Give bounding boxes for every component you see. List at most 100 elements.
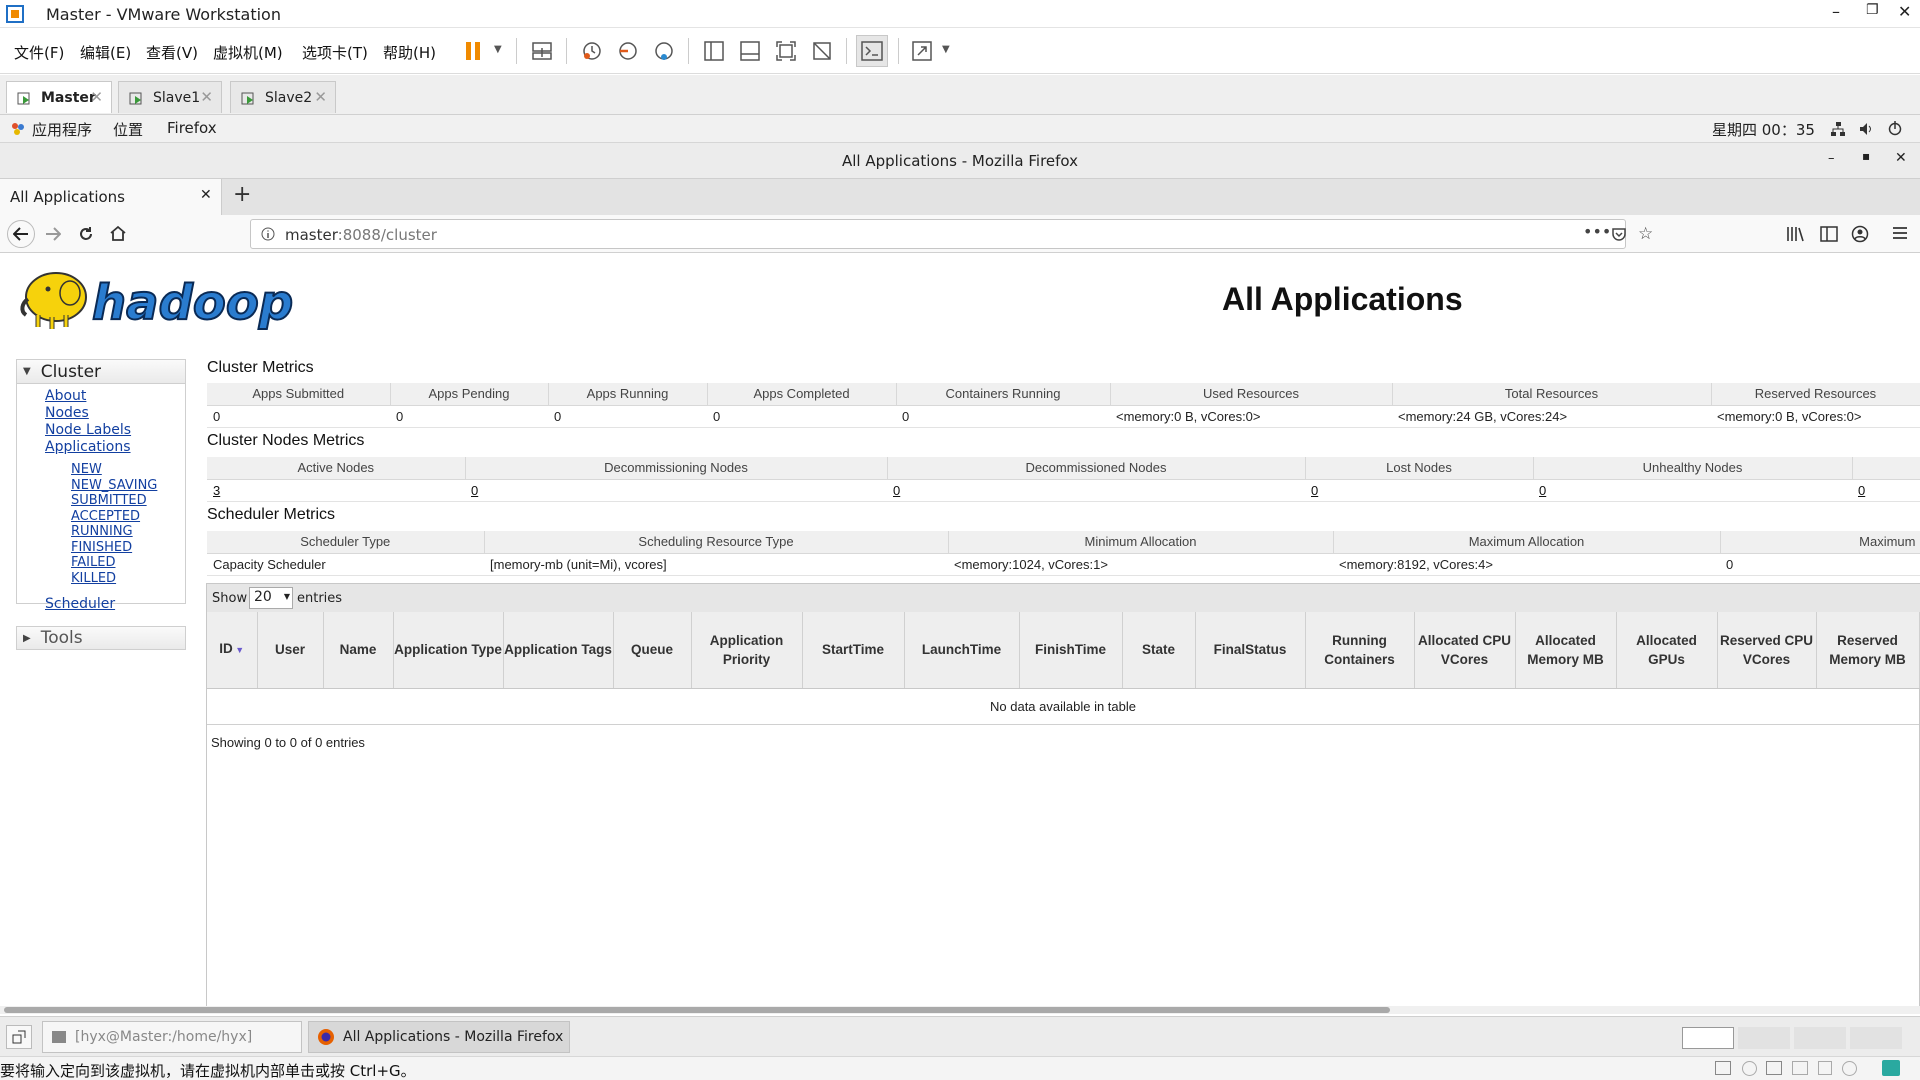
nav-state-accepted[interactable]: ACCEPTED: [71, 509, 185, 525]
column-header-allocated-cpu[interactable]: Allocated CPU VCores: [1414, 612, 1516, 689]
column-header-application-priority[interactable]: Application Priority: [691, 612, 803, 689]
sound-card-icon[interactable]: [1818, 1061, 1832, 1075]
vm-tab-slave1[interactable]: Slave1 ✕: [118, 81, 222, 113]
send-ctrl-alt-del-icon[interactable]: [526, 35, 558, 67]
horizontal-scrollbar[interactable]: [0, 1006, 1920, 1014]
show-library-icon[interactable]: [698, 35, 730, 67]
close-button[interactable]: ✕: [1898, 2, 1911, 21]
url-bar[interactable]: master:8088/cluster ••• ☆: [250, 219, 1653, 249]
thumbnail-bar-icon[interactable]: [734, 35, 766, 67]
stretch-guest-icon[interactable]: [906, 35, 938, 67]
stretch-dropdown-icon[interactable]: ▼: [942, 44, 950, 55]
applications-menu[interactable]: 应用程序: [32, 119, 92, 140]
bookmark-star-icon[interactable]: ☆: [1638, 224, 1653, 244]
ff-minimize-button[interactable]: –: [1828, 151, 1835, 166]
cd-drive-icon[interactable]: [1742, 1061, 1757, 1076]
menu-file[interactable]: 文件(F): [14, 42, 64, 63]
column-header-queue[interactable]: Queue: [613, 612, 692, 689]
entries-select[interactable]: 20 ▼: [249, 587, 293, 609]
workspace-4[interactable]: [1850, 1027, 1902, 1049]
snapshot-icon[interactable]: [576, 35, 608, 67]
taskbar-firefox[interactable]: All Applications - Mozilla Firefox: [308, 1021, 570, 1053]
decommissioning-nodes-link[interactable]: 0: [471, 483, 478, 498]
taskbar-terminal[interactable]: [hyx@Master:/home/hyx]: [42, 1021, 302, 1053]
page-actions-icon[interactable]: •••: [1583, 222, 1611, 241]
places-menu[interactable]: 位置: [113, 119, 143, 140]
forward-icon[interactable]: [45, 227, 61, 241]
tools-nav-header[interactable]: ▶ Tools: [17, 627, 185, 649]
tools-nav[interactable]: ▶ Tools: [16, 626, 186, 650]
vm-tab-slave2[interactable]: Slave2 ✕: [230, 81, 336, 113]
ff-maximize-button[interactable]: ▪: [1862, 149, 1870, 163]
home-icon[interactable]: [109, 225, 127, 241]
nav-state-killed[interactable]: KILLED: [71, 571, 185, 587]
close-tab-icon[interactable]: ✕: [314, 88, 327, 106]
column-header-running-containers[interactable]: Running Containers: [1305, 612, 1415, 689]
pause-icon[interactable]: [458, 35, 490, 67]
column-header-allocated-memory[interactable]: Allocated Memory MB: [1515, 612, 1617, 689]
ff-close-button[interactable]: ✕: [1895, 150, 1907, 166]
library-icon[interactable]: [1786, 226, 1804, 242]
account-icon[interactable]: [1851, 225, 1869, 243]
vm-tab-master[interactable]: Master ✕: [6, 81, 112, 113]
cluster-nav-header[interactable]: ▼ Cluster: [17, 360, 185, 384]
workspace-1[interactable]: [1682, 1027, 1734, 1049]
column-header-final-status[interactable]: FinalStatus: [1195, 612, 1306, 689]
column-header-id[interactable]: ID ▼: [207, 612, 258, 689]
column-header-launch-time[interactable]: LaunchTime: [904, 612, 1020, 689]
column-header-user[interactable]: User: [257, 612, 324, 689]
column-header-reserved-cpu[interactable]: Reserved CPU VCores: [1717, 612, 1817, 689]
menu-tabs[interactable]: 选项卡(T): [302, 42, 368, 63]
menu-view[interactable]: 查看(V): [146, 42, 198, 63]
hard-disk-icon[interactable]: [1715, 1061, 1731, 1075]
column-header-finish-time[interactable]: FinishTime: [1019, 612, 1123, 689]
nav-state-submitted[interactable]: SUBMITTED: [71, 493, 185, 509]
full-screen-icon[interactable]: [770, 35, 802, 67]
reload-icon[interactable]: [78, 226, 94, 242]
message-log-icon[interactable]: [1882, 1060, 1900, 1076]
column-header-allocated-gpus[interactable]: Allocated GPUs: [1616, 612, 1718, 689]
pocket-icon[interactable]: [1611, 226, 1627, 242]
column-header-application-tags[interactable]: Application Tags: [503, 612, 614, 689]
column-header-name[interactable]: Name: [323, 612, 394, 689]
sidebar-icon[interactable]: [1820, 226, 1838, 242]
power-icon[interactable]: [1887, 120, 1903, 136]
firefox-tab[interactable]: All Applications ✕: [0, 179, 222, 215]
nav-state-new-saving[interactable]: NEW_SAVING: [71, 478, 185, 494]
nav-state-failed[interactable]: FAILED: [71, 555, 185, 571]
scrollbar-thumb[interactable]: [4, 1007, 1390, 1013]
volume-icon[interactable]: [1858, 121, 1874, 137]
close-tab-icon[interactable]: ✕: [200, 187, 212, 203]
network-icon[interactable]: [1830, 121, 1846, 137]
column-header-application-type[interactable]: Application Type: [393, 612, 504, 689]
unhealthy-nodes-link[interactable]: 0: [1539, 483, 1546, 498]
printer-icon[interactable]: [1792, 1061, 1808, 1075]
unity-icon[interactable]: [806, 35, 838, 67]
hamburger-menu-icon[interactable]: [1892, 226, 1908, 240]
nav-link-nodes[interactable]: Nodes: [45, 405, 185, 422]
lost-nodes-link[interactable]: 0: [1311, 483, 1318, 498]
menu-vm[interactable]: 虚拟机(M): [213, 42, 283, 63]
console-view-icon[interactable]: [856, 35, 888, 67]
close-tab-icon[interactable]: ✕: [90, 88, 103, 106]
column-header-reserved-memory[interactable]: Reserved Memory MB: [1816, 612, 1920, 689]
back-icon[interactable]: [7, 220, 35, 248]
minimize-button[interactable]: –: [1832, 2, 1840, 21]
display-icon[interactable]: [1842, 1061, 1857, 1076]
pause-dropdown-icon[interactable]: ▼: [494, 44, 502, 55]
nav-link-about[interactable]: About: [45, 388, 185, 405]
nav-state-new[interactable]: NEW: [71, 462, 185, 478]
revert-snapshot-icon[interactable]: [612, 35, 644, 67]
hadoop-logo[interactable]: hadoop: [18, 263, 318, 333]
workspace-3[interactable]: [1794, 1027, 1846, 1049]
site-info-icon[interactable]: [261, 227, 275, 241]
show-desktop-icon[interactable]: [6, 1025, 32, 1049]
close-tab-icon[interactable]: ✕: [200, 88, 213, 106]
snapshot-manager-icon[interactable]: [648, 35, 680, 67]
column-header-start-time[interactable]: StartTime: [802, 612, 905, 689]
network-adapter-icon[interactable]: [1766, 1061, 1782, 1075]
workspace-2[interactable]: [1738, 1027, 1790, 1049]
new-tab-icon[interactable]: +: [233, 182, 251, 207]
nav-link-node-labels[interactable]: Node Labels: [45, 422, 185, 439]
restore-button[interactable]: ❐: [1866, 2, 1879, 18]
